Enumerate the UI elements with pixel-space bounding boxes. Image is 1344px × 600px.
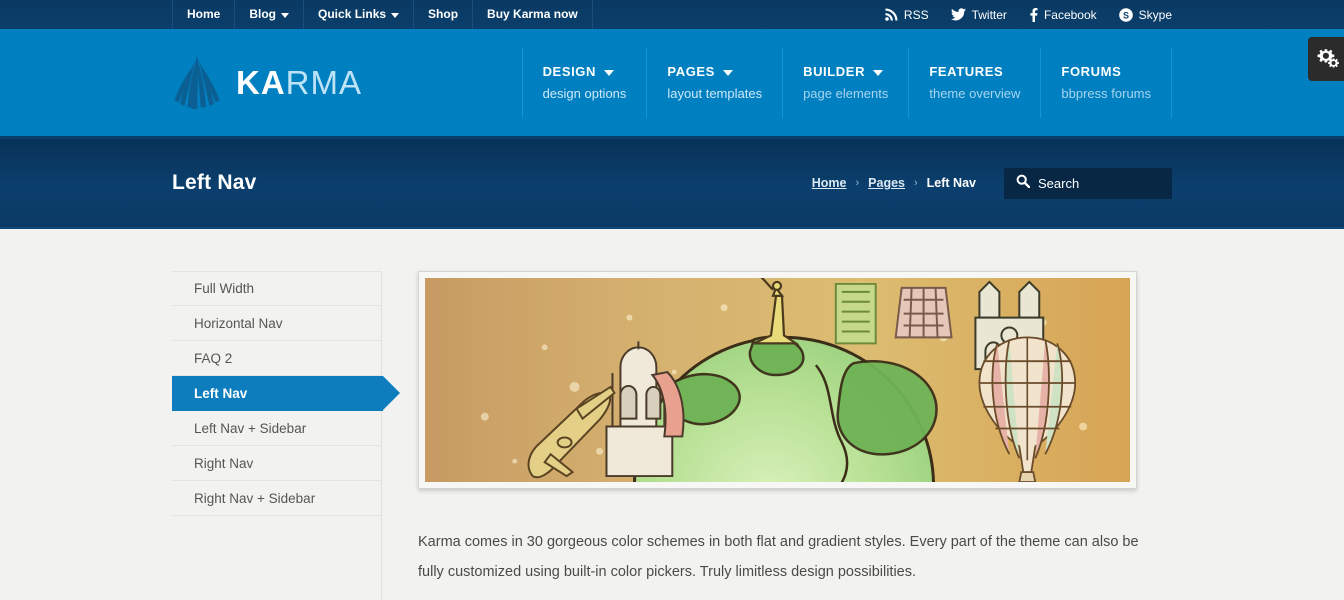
nav-item-design[interactable]: DESIGN design options xyxy=(521,47,647,118)
social-links: RSS Twitter Facebook S Skype xyxy=(885,7,1172,22)
nav-item-pages[interactable]: PAGES layout templates xyxy=(646,47,782,118)
nav-item-builder[interactable]: BUILDER page elements xyxy=(782,47,908,118)
breadcrumb: Home › Pages › Left Nav xyxy=(812,176,976,190)
top-utility-bar: Home Blog Quick Links Shop Buy Karma now RSS… xyxy=(0,0,1344,29)
page-title-bar: Left Nav Home › Pages › Left Nav xyxy=(0,139,1344,229)
sidebar-item-full-width[interactable]: Full Width xyxy=(172,271,381,306)
rss-icon xyxy=(885,8,898,21)
top-link-quick-links[interactable]: Quick Links xyxy=(304,0,415,29)
skype-icon: S xyxy=(1118,7,1133,22)
social-link-skype[interactable]: S Skype xyxy=(1118,7,1172,22)
hero-figure xyxy=(418,271,1137,489)
breadcrumb-separator: › xyxy=(914,177,918,189)
nav-item-title: PAGES xyxy=(667,64,715,79)
nav-item-subtitle: theme overview xyxy=(929,86,1021,101)
chevron-down-icon xyxy=(281,13,290,18)
sidebar-item-right-nav[interactable]: Right Nav xyxy=(172,446,381,481)
social-link-label: RSS xyxy=(903,7,929,22)
sidebar-item-left-nav-sidebar[interactable]: Left Nav + Sidebar xyxy=(172,411,381,446)
social-link-label: Facebook xyxy=(1043,7,1097,22)
logo-wordmark: KARMA xyxy=(236,66,362,99)
theme-options-tab[interactable] xyxy=(1308,37,1344,81)
social-link-twitter[interactable]: Twitter xyxy=(950,7,1007,22)
social-link-rss[interactable]: RSS xyxy=(885,8,929,22)
top-link-blog[interactable]: Blog xyxy=(235,0,305,29)
nav-item-title: BUILDER xyxy=(803,64,866,79)
breadcrumb-item-pages[interactable]: Pages xyxy=(868,176,905,190)
nav-item-subtitle: design options xyxy=(542,86,627,101)
top-link-label: Shop xyxy=(428,7,459,21)
top-link-label: Blog xyxy=(249,7,277,21)
left-nav-sidebar: Full Width Horizontal Nav FAQ 2 Left Nav Lef… xyxy=(172,271,400,600)
main-navigation: DESIGN design options PAGES layout template… xyxy=(521,47,1172,118)
sidebar-item-faq-2[interactable]: FAQ 2 xyxy=(172,341,381,376)
nav-item-title: FEATURES xyxy=(929,64,1004,79)
chevron-down-icon xyxy=(722,70,733,76)
nav-item-features[interactable]: FEATURES theme overview xyxy=(908,47,1040,118)
facebook-icon xyxy=(1029,7,1038,22)
karma-leaf-logo-icon xyxy=(172,55,222,111)
page-title: Left Nav xyxy=(172,171,257,194)
top-link-shop[interactable]: Shop xyxy=(414,0,474,29)
logo-text-bold: KA xyxy=(236,64,286,101)
sidebar-item-label: Horizontal Nav xyxy=(194,315,283,331)
search-icon xyxy=(1016,174,1031,193)
breadcrumb-item-home[interactable]: Home xyxy=(812,176,847,190)
breadcrumb-separator: › xyxy=(855,177,860,189)
social-link-facebook[interactable]: Facebook xyxy=(1029,7,1097,22)
gears-icon xyxy=(1313,45,1339,74)
nav-item-title: DESIGN xyxy=(542,64,597,79)
nav-item-forums[interactable]: FORUMS bbpress forums xyxy=(1040,47,1172,118)
nav-item-subtitle: layout templates xyxy=(667,86,763,101)
sidebar-item-label: Full Width xyxy=(194,281,255,296)
sidebar-item-label: Right Nav xyxy=(194,455,254,471)
social-link-label: Twitter xyxy=(971,7,1007,22)
top-links: Home Blog Quick Links Shop Buy Karma now xyxy=(172,0,593,29)
site-logo[interactable]: KARMA xyxy=(172,55,522,111)
chevron-down-icon xyxy=(604,70,615,76)
main-column: Karma comes in 30 gorgeous color schemes… xyxy=(382,271,1172,600)
search-input[interactable] xyxy=(1038,175,1148,191)
social-link-label: Skype xyxy=(1138,7,1172,22)
nav-item-title: FORUMS xyxy=(1061,64,1122,79)
hero-illustration xyxy=(425,278,1130,482)
top-link-label: Home xyxy=(187,7,221,21)
nav-item-subtitle: page elements xyxy=(803,86,889,101)
site-header: KARMA DESIGN design options PAGES layout te… xyxy=(0,29,1344,139)
chevron-down-icon xyxy=(391,13,400,18)
nav-item-subtitle: bbpress forums xyxy=(1061,86,1151,101)
sidebar-item-left-nav[interactable]: Left Nav xyxy=(172,376,400,411)
chevron-down-icon xyxy=(873,70,884,76)
breadcrumb-item-left-nav: Left Nav xyxy=(926,176,976,190)
sidebar-item-label: FAQ 2 xyxy=(194,350,233,366)
top-link-label: Quick Links xyxy=(318,7,387,21)
svg-text:S: S xyxy=(1123,10,1129,20)
top-link-buy-karma-now[interactable]: Buy Karma now xyxy=(473,0,593,29)
logo-text-light: RMA xyxy=(285,64,363,101)
twitter-icon xyxy=(950,8,966,21)
content-area: Full Width Horizontal Nav FAQ 2 Left Nav Lef… xyxy=(172,229,1172,600)
search-box[interactable] xyxy=(1004,167,1172,199)
active-item-pointer-icon xyxy=(383,376,400,410)
sidebar-item-label: Left Nav xyxy=(194,385,248,401)
sidebar-item-label: Right Nav + Sidebar xyxy=(194,490,316,506)
sidebar-item-horizontal-nav[interactable]: Horizontal Nav xyxy=(172,306,381,341)
top-link-label: Buy Karma now xyxy=(487,7,578,21)
sidebar-item-right-nav-sidebar[interactable]: Right Nav + Sidebar xyxy=(172,481,381,516)
body-paragraph: Karma comes in 30 gorgeous color schemes… xyxy=(418,534,1139,580)
sidebar-item-label: Left Nav + Sidebar xyxy=(194,420,307,436)
top-link-home[interactable]: Home xyxy=(172,0,236,29)
